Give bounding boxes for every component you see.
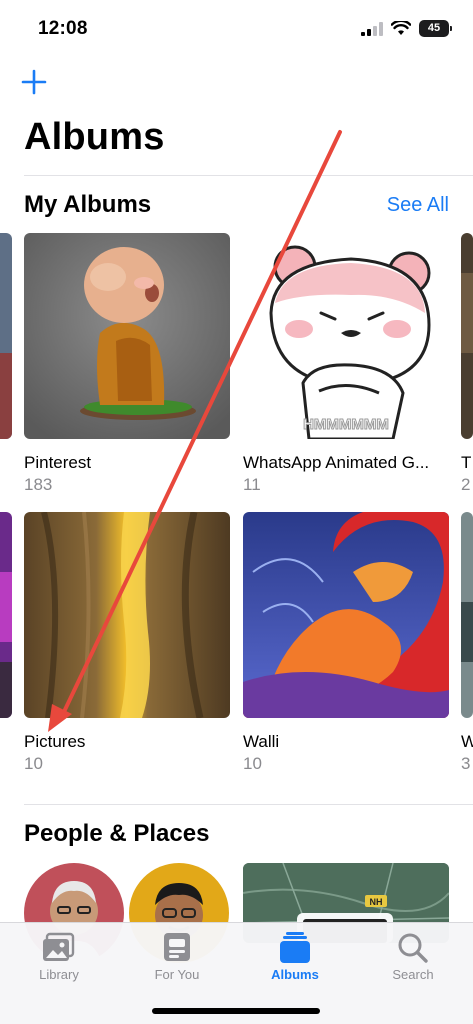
album-count: 10	[24, 754, 43, 773]
album-name: W	[461, 732, 473, 752]
page-title: Albums	[24, 116, 165, 158]
tab-label: Library	[39, 967, 79, 982]
my-albums-title: My Albums	[24, 191, 152, 218]
tab-library[interactable]: Library	[0, 931, 118, 982]
album-name: WhatsApp Animated G...	[243, 453, 430, 472]
photo-library-icon	[43, 932, 75, 961]
album-peek-left[interactable]	[0, 512, 12, 718]
battery-indicator: 45	[419, 20, 452, 37]
people-places-title: People & Places	[24, 820, 210, 847]
album-name: T	[461, 453, 472, 472]
tab-label: Albums	[271, 967, 319, 982]
album-pinterest[interactable]: Pinterest 183	[24, 233, 230, 495]
section-divider	[24, 804, 473, 805]
sticker-text: HMMMMMM	[303, 416, 389, 433]
cellular-signal-icon	[361, 21, 383, 36]
tab-albums[interactable]: Albums	[236, 931, 354, 982]
album-name: Pictures	[24, 732, 86, 751]
album-thumbnail	[243, 512, 449, 718]
album-walli[interactable]: Walli 10	[243, 512, 449, 774]
album-name: Walli	[243, 732, 280, 751]
tab-for-you[interactable]: For You	[118, 931, 236, 982]
tab-label: Search	[392, 967, 434, 982]
status-bar: 12:08 45	[0, 0, 473, 60]
albums-icon	[280, 932, 310, 963]
album-pictures[interactable]: Pictures 10	[24, 512, 230, 774]
add-album-button[interactable]	[20, 68, 48, 96]
status-time: 12:08	[38, 18, 88, 39]
album-peek-right[interactable]: W 3	[461, 512, 473, 774]
album-whatsapp-animated[interactable]: HMMMMMM WhatsApp Animated G... 11	[243, 233, 449, 495]
wifi-icon	[391, 21, 411, 35]
tab-search[interactable]: Search	[354, 931, 472, 982]
album-thumbnail	[24, 512, 230, 718]
title-divider	[24, 175, 473, 176]
album-peek-left[interactable]	[0, 233, 12, 439]
album-count: 183	[24, 475, 53, 494]
album-count: 2	[461, 475, 471, 494]
album-thumbnail	[461, 233, 473, 439]
album-count: 11	[243, 475, 261, 494]
album-name: Pinterest	[24, 453, 92, 472]
album-count: 10	[243, 754, 262, 773]
status-icons: 45	[361, 20, 452, 37]
for-you-icon	[164, 933, 190, 961]
map-road-badge: NH	[370, 897, 383, 907]
album-count: 3	[461, 754, 471, 773]
album-thumbnail	[461, 512, 473, 718]
album-thumbnail: HMMMMMM	[243, 233, 449, 439]
home-indicator	[152, 1008, 320, 1014]
search-icon	[398, 933, 428, 963]
tab-label: For You	[154, 967, 200, 982]
see-all-button[interactable]: See All	[387, 194, 449, 217]
album-peek-right[interactable]: T 2	[461, 233, 473, 495]
album-thumbnail	[24, 233, 230, 439]
